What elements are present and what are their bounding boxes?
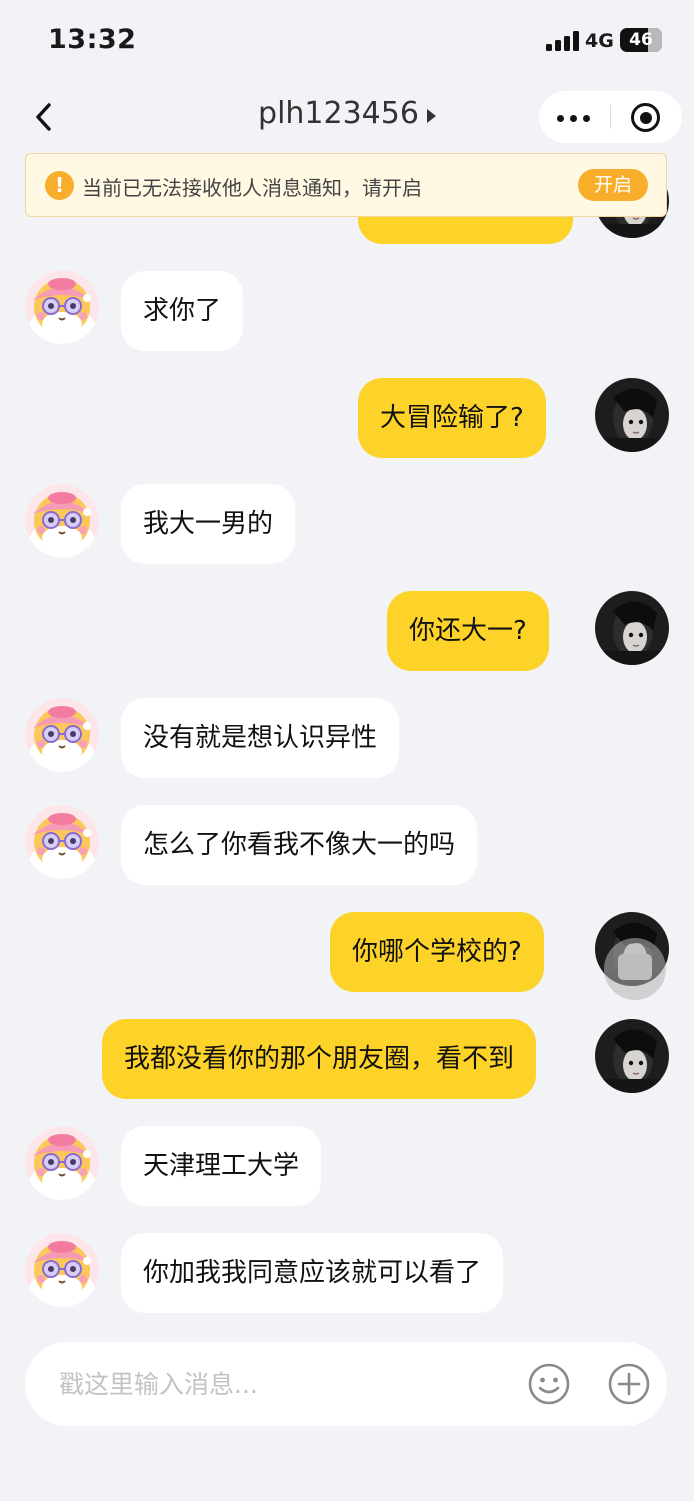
contact-avatar[interactable] [25,270,99,344]
emoji-icon[interactable] [527,1362,571,1406]
battery-level: 46 [629,30,653,50]
more-dots-icon[interactable] [557,91,593,143]
battery-icon: 46 [620,28,662,52]
contact-avatar[interactable] [25,1233,99,1307]
my-avatar[interactable] [595,378,669,452]
record-icon[interactable] [631,103,660,132]
chat-title[interactable]: plh123456 [258,96,419,131]
title-arrow-icon [426,108,436,123]
mini-program-capsule [539,91,682,143]
contact-avatar[interactable] [25,698,99,772]
message-bubble-outgoing[interactable]: 你哪个学校的? [330,912,544,992]
warning-icon: ! [45,171,74,200]
status-time: 13:32 [48,24,137,55]
message-input-bar [25,1342,667,1426]
capsule-divider [610,105,611,129]
floating-chat-icon[interactable] [604,938,666,1000]
message-bubble-incoming[interactable]: 求你了 [121,271,244,351]
notice-text: 当前已无法接收他人消息通知，请开启 [82,176,422,200]
message-bubble-outgoing[interactable]: 大冒险输了? [358,378,546,458]
nav-bar: plh123456 [0,82,694,154]
signal-icon [546,31,579,51]
contact-avatar[interactable] [25,1126,99,1200]
status-bar: 13:32 4G 46 [0,0,694,82]
contact-avatar[interactable] [25,484,99,558]
plus-icon[interactable] [607,1362,651,1406]
network-type: 4G [585,30,614,52]
contact-avatar[interactable] [25,805,99,879]
message-input[interactable] [59,1342,499,1426]
message-bubble-incoming[interactable]: 你加我我同意应该就可以看了 [121,1233,504,1313]
my-avatar[interactable] [595,1019,669,1093]
message-bubble-incoming[interactable]: 怎么了你看我不像大一的吗 [121,805,478,885]
enable-notification-button[interactable]: 开启 [578,169,648,201]
message-bubble-incoming[interactable]: 没有就是想认识异性 [121,698,400,778]
message-bubble-outgoing[interactable]: 我都没看你的那个朋友圈，看不到 [102,1019,537,1099]
notification-banner: ! 当前已无法接收他人消息通知，请开启 开启 [25,153,667,217]
message-bubble-incoming[interactable]: 我大一男的 [121,484,296,564]
message-bubble-outgoing[interactable]: 你还大一? [387,591,549,671]
message-bubble-incoming[interactable]: 天津理工大学 [121,1126,322,1206]
my-avatar[interactable] [595,591,669,665]
chat-list[interactable]: 求你了 大冒险输了? 我大一男的 你还大一? 没有就是想认识异性 怎么了你看我不… [0,154,694,1330]
